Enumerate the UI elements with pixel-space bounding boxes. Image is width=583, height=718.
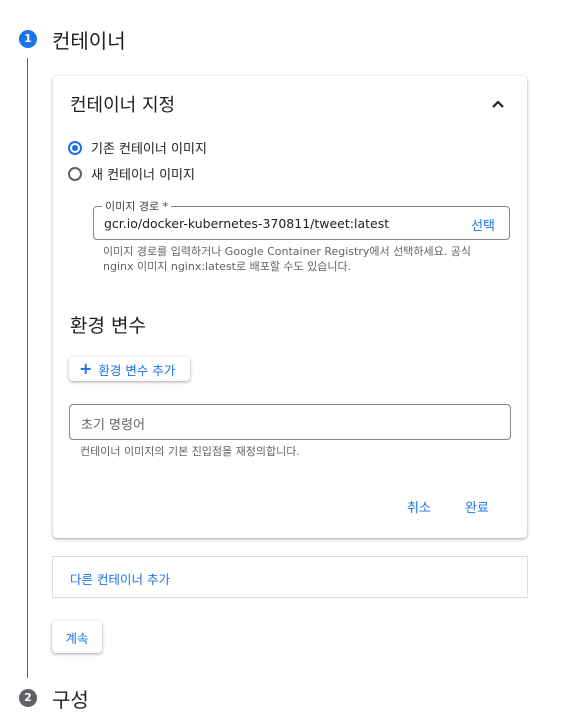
add-container-label: 다른 컨테이너 추가: [70, 572, 170, 587]
add-env-label: 환경 변수 추가: [98, 362, 176, 378]
plus-icon: +: [79, 359, 93, 378]
step-2-indicator: 2: [19, 689, 37, 707]
env-section-title: 환경 변수: [70, 315, 146, 337]
image-path-input[interactable]: gcr.io/docker-kubernetes-370811/tweet:la…: [104, 216, 389, 231]
image-path-field[interactable]: 이미지 경로 * gcr.io/docker-kubernetes-370811…: [93, 198, 510, 240]
cancel-button[interactable]: 취소: [407, 497, 431, 516]
add-env-variable-button[interactable]: + 환경 변수 추가: [69, 357, 190, 381]
done-button[interactable]: 완료: [465, 497, 489, 516]
chevron-up-icon[interactable]: [490, 96, 506, 112]
card-title: 컨테이너 지정: [70, 95, 176, 116]
radio-existing-image[interactable]: 기존 컨테이너 이미지: [68, 138, 207, 157]
step-1-indicator: 1: [19, 30, 37, 48]
radio-label: 기존 컨테이너 이미지: [91, 142, 207, 157]
step-connector-line: [27, 58, 28, 678]
image-path-label: 이미지 경로 *: [102, 198, 172, 214]
select-image-button[interactable]: 선택: [471, 215, 495, 234]
radio-button-checked[interactable]: [68, 140, 82, 155]
continue-button[interactable]: 계속: [52, 621, 102, 653]
container-card: 컨테이너 지정 기존 컨테이너 이미지 새 컨테이너 이미지 이미지 경로 * …: [53, 76, 527, 538]
add-container-button[interactable]: 다른 컨테이너 추가: [52, 556, 528, 598]
image-path-hint: 이미지 경로를 입력하거나 Google Container Registry에…: [103, 245, 471, 273]
radio-button-unchecked[interactable]: [68, 166, 82, 181]
step-2-title: 구성: [52, 688, 89, 712]
init-command-placeholder: 초기 명령어: [81, 418, 145, 433]
continue-label: 계속: [65, 630, 89, 646]
radio-label: 새 컨테이너 이미지: [91, 168, 195, 183]
step-1-title: 컨테이너: [52, 29, 126, 53]
init-command-field[interactable]: 초기 명령어: [69, 404, 511, 440]
init-command-hint: 컨테이너 이미지의 기본 진입점을 재정의합니다.: [80, 445, 300, 458]
radio-new-image[interactable]: 새 컨테이너 이미지: [68, 164, 195, 183]
